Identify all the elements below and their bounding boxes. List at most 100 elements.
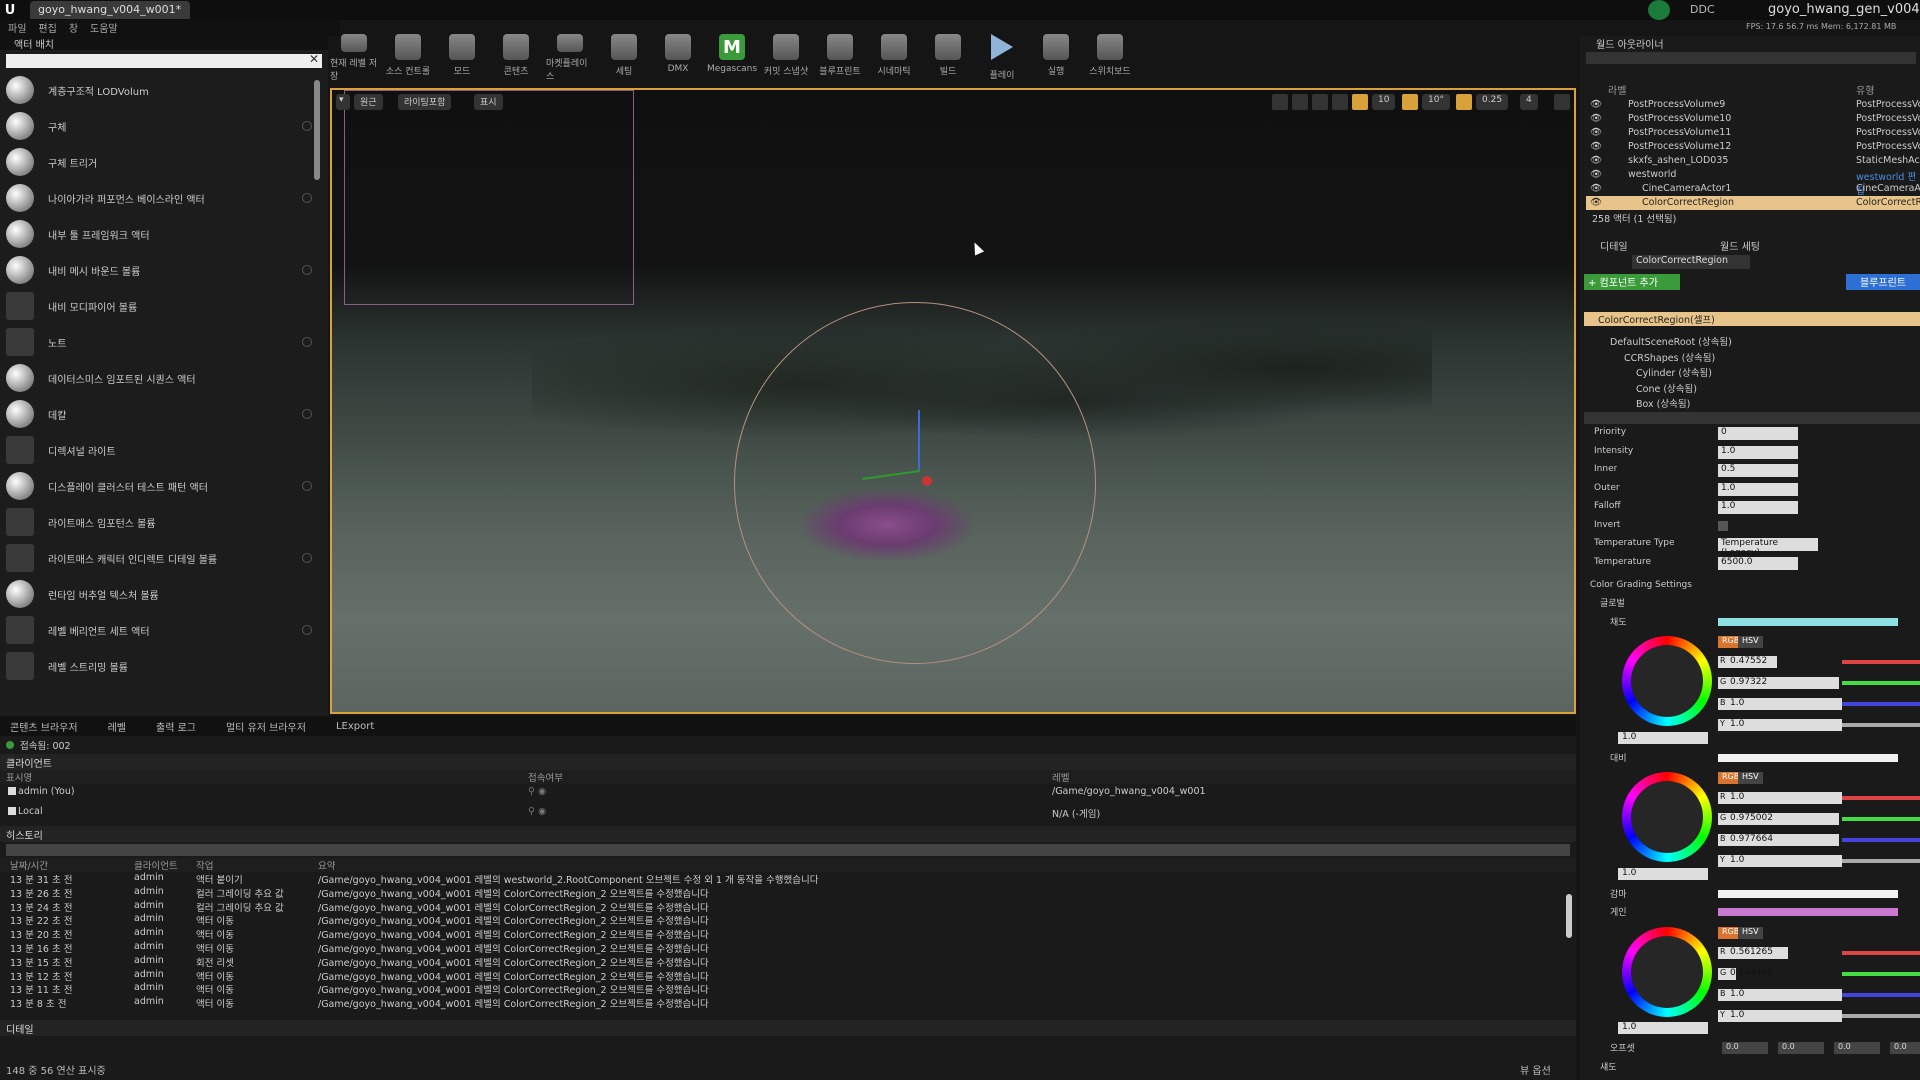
add-component-button[interactable]: + 컴포넌트 추가	[1584, 274, 1680, 290]
history-row[interactable]: 13 분 15 초 전 admin 회전 리셋/Game/goyo_hwang_v0…	[0, 955, 1560, 969]
rotate-icon[interactable]	[1292, 94, 1308, 110]
channel-b-field[interactable]: B 1.0	[1718, 698, 1920, 710]
component-node[interactable]: Cylinder (상속됨)	[1636, 365, 1712, 379]
eye-icon[interactable]: 👁	[1590, 127, 1602, 138]
blueprint-button[interactable]: 블루프린트	[816, 30, 864, 82]
channel-b-field[interactable]: B 0.977664	[1718, 834, 1920, 846]
actor-item[interactable]: 계층구조적 LODVolum	[0, 72, 328, 108]
outliner-row[interactable]: 👁 CineCameraActor1 CineCameraActo	[1586, 182, 1920, 196]
saturation-color-wheel[interactable]	[1622, 636, 1712, 726]
contrast-hsv-toggle[interactable]: HSV	[1738, 772, 1763, 784]
camera-speed-value[interactable]: 4	[1520, 94, 1538, 110]
property-value[interactable]: 1.0	[1718, 482, 1798, 496]
tab-levels[interactable]: 레벨	[108, 719, 126, 734]
content-button[interactable]: 콘텐츠	[492, 30, 540, 82]
source-control-button[interactable]: 소스 컨트롤	[384, 30, 432, 82]
property-value[interactable]: Temperature (Legacy)	[1718, 538, 1818, 558]
history-row[interactable]: 13 분 20 초 전 admin 액터 이동/Game/goyo_hwang_v0…	[0, 927, 1560, 941]
client-checkbox[interactable]	[8, 807, 16, 815]
actor-item[interactable]: 데칼	[0, 396, 328, 432]
grid-snap-icon[interactable]	[1352, 94, 1368, 110]
channel-b-field[interactable]: B 1.0	[1718, 989, 1920, 1001]
actor-item[interactable]: 구체	[0, 108, 328, 144]
actor-search-input[interactable]: ✕	[6, 52, 322, 68]
actor-item[interactable]: 런타임 버추얼 텍스처 볼륨	[0, 576, 328, 612]
property-value[interactable]: 0.5	[1718, 464, 1798, 477]
channel-g-field[interactable]: G 0.97322	[1718, 677, 1920, 689]
outliner-row[interactable]: 👁 PostProcessVolume9 PostProcessVol	[1586, 98, 1920, 112]
level-tab[interactable]: goyo_hwang_v004_w001*	[30, 1, 190, 19]
rotation-snap-icon[interactable]	[1402, 94, 1418, 110]
component-node[interactable]: CCRShapes (상속됨)	[1624, 350, 1715, 364]
gizmo-origin[interactable]	[922, 476, 932, 486]
scale-snap-value[interactable]: 0.25	[1476, 94, 1509, 110]
channel-y-field[interactable]: Y 1.0	[1718, 1010, 1920, 1022]
outliner-row[interactable]: 👁 PostProcessVolume10 PostProcessVol	[1586, 112, 1920, 126]
eye-icon[interactable]: 👁	[1590, 197, 1602, 208]
actor-item[interactable]: 데이터스미스 임포트된 시퀀스 액터	[0, 360, 328, 396]
actor-item[interactable]: 구체 트리거	[0, 144, 328, 180]
property-value[interactable]: 0	[1718, 427, 1798, 440]
actor-item[interactable]: 노트	[0, 324, 328, 360]
clients-section-header[interactable]: 클라이언트	[0, 754, 1576, 770]
offset-header[interactable]: 오프셋	[1610, 1041, 1635, 1054]
outliner-search-input[interactable]	[1586, 52, 1916, 64]
outliner-label-header[interactable]: 라벨	[1608, 82, 1626, 97]
client-checkbox[interactable]	[8, 787, 16, 795]
details-search-input[interactable]	[1584, 412, 1920, 424]
launch-button[interactable]: 실행	[1032, 30, 1080, 82]
commit-snapshot-button[interactable]: 커밋 스냅샷	[762, 30, 810, 82]
tab-output-log[interactable]: 출력 로그	[156, 719, 196, 734]
property-value[interactable]: 6500.0	[1718, 556, 1798, 570]
channel-r-field[interactable]: R 1.0	[1718, 792, 1920, 804]
help-icon[interactable]	[302, 409, 312, 419]
history-row[interactable]: 13 분 11 초 전 admin 액터 이동/Game/goyo_hwang_v0…	[0, 982, 1560, 996]
client-row[interactable]: Local ⚲ ◉ N/A (-게임)	[0, 804, 1576, 824]
switchboard-button[interactable]: 스위치보드	[1086, 30, 1134, 82]
world-outliner-title[interactable]: 월드 아웃라이너	[1596, 36, 1664, 51]
lit-mode-button[interactable]: 라이팅포함	[398, 94, 452, 110]
contrast-wheel-value[interactable]: 1.0	[1618, 868, 1708, 880]
show-button[interactable]: 표시	[474, 94, 503, 110]
actor-item[interactable]: 레벨 스트리밍 볼륨	[0, 648, 328, 684]
level-viewport[interactable]: ▾ 원근 라이팅포함 표시 10 10° 0.25 4	[330, 88, 1576, 714]
history-row[interactable]: 13 분 26 초 전 admin 컬러 그레이딩 추요 값/Game/goyo_h…	[0, 886, 1560, 900]
gamma-header[interactable]: 감마	[1610, 887, 1627, 900]
rotation-snap-value[interactable]: 10°	[1422, 94, 1450, 110]
actor-list-scrollbar[interactable]	[314, 80, 320, 180]
property-value[interactable]: 1.0	[1718, 501, 1798, 514]
component-root[interactable]: ColorCorrectRegion(셀프)	[1584, 312, 1920, 326]
world-local-icon[interactable]	[1332, 94, 1348, 110]
saturation-hsv-toggle[interactable]: HSV	[1738, 636, 1763, 648]
help-icon[interactable]	[302, 481, 312, 491]
menu-help[interactable]: 도움말	[90, 20, 118, 36]
help-icon[interactable]	[302, 625, 312, 635]
actor-item[interactable]: 라이트매스 캐릭터 인디렉트 디테일 볼륨	[0, 540, 328, 576]
contrast-color-wheel[interactable]	[1622, 772, 1712, 862]
gain-color-wheel[interactable]	[1622, 927, 1712, 1017]
grid-snap-value[interactable]: 10	[1372, 94, 1396, 110]
help-icon[interactable]	[302, 121, 312, 131]
play-button[interactable]: 플레이	[978, 30, 1026, 82]
ddc-indicator[interactable]: DDC	[1690, 3, 1715, 16]
outliner-row[interactable]: 👁 skxfs_ashen_LOD035 StaticMeshAc	[1586, 154, 1920, 168]
megascans-button[interactable]: M Megascans	[707, 30, 757, 82]
channel-r-field[interactable]: R 0.47552	[1718, 656, 1920, 668]
perspective-button[interactable]: 원근	[354, 94, 383, 110]
viewport-options-button[interactable]: ▾	[336, 94, 350, 110]
eye-icon[interactable]: 👁	[1590, 113, 1602, 124]
blueprint-button-details[interactable]: 블루프린트	[1846, 274, 1920, 290]
tab-world-settings[interactable]: 월드 세팅	[1720, 238, 1760, 253]
gizmo-z-axis[interactable]	[918, 410, 920, 470]
outliner-row[interactable]: 👁 PostProcessVolume12 PostProcessVol	[1586, 140, 1920, 154]
gain-hsv-toggle[interactable]: HSV	[1738, 927, 1763, 939]
actor-name-field[interactable]: ColorCorrectRegion	[1632, 255, 1750, 269]
menu-file[interactable]: 파일	[8, 20, 26, 36]
tab-content-browser[interactable]: 콘텐츠 브라우저	[10, 719, 78, 734]
marketplace-button[interactable]: 마켓플레이스	[546, 30, 594, 82]
dmx-button[interactable]: DMX	[654, 30, 702, 82]
settings-button[interactable]: 세팅	[600, 30, 648, 82]
gain-wheel-value[interactable]: 1.0	[1618, 1022, 1708, 1034]
tab-lexport[interactable]: LExport	[336, 721, 374, 732]
details-section-header[interactable]: 디테일	[0, 1020, 1576, 1036]
